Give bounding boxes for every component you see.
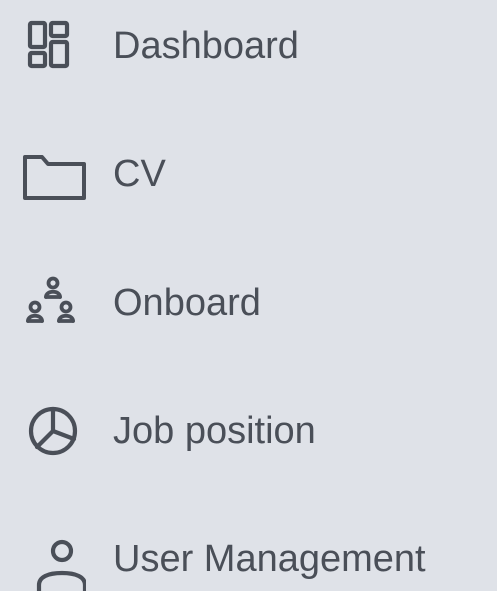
sidebar-item-dashboard[interactable]: Dashboard: [0, 0, 497, 96]
sidebar-item-label: Dashboard: [113, 25, 299, 67]
sidebar-item-label: Onboard: [113, 282, 261, 324]
users-group-icon: [22, 271, 86, 335]
sidebar-nav: Dashboard CV Onboard Job position User M…: [0, 0, 497, 591]
sidebar-item-label: Job position: [113, 410, 316, 452]
sidebar-item-label: CV: [113, 153, 166, 195]
sidebar-item-label: User Management: [113, 538, 426, 580]
folder-icon: [22, 142, 86, 206]
sidebar-item-user-management[interactable]: User Management: [0, 509, 497, 591]
pie-chart-icon: [22, 399, 86, 463]
dashboard-grid-icon: [22, 14, 86, 78]
sidebar-item-onboard[interactable]: Onboard: [0, 253, 497, 353]
sidebar-item-job-position[interactable]: Job position: [0, 381, 497, 481]
user-icon: [22, 527, 86, 591]
sidebar-item-cv[interactable]: CV: [0, 124, 497, 224]
